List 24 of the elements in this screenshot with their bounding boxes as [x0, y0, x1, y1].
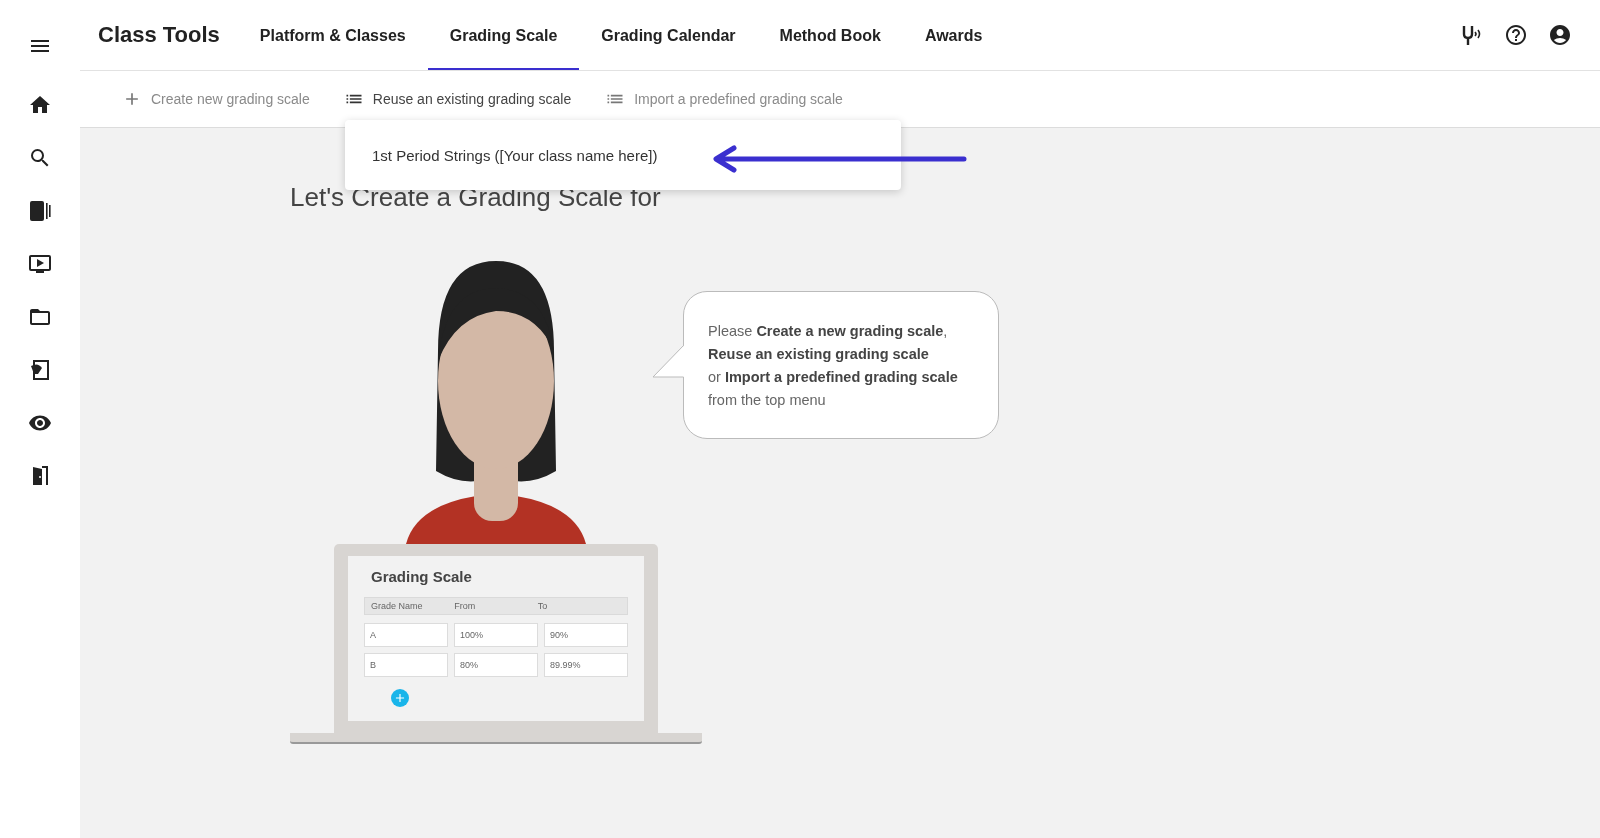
screen-title: Grading Scale	[370, 568, 473, 585]
column-header: From	[454, 601, 477, 611]
table-cell: B	[364, 653, 448, 677]
add-icon	[391, 689, 409, 707]
account-icon[interactable]	[1548, 23, 1572, 47]
nav-tab[interactable]: Method Book	[757, 0, 903, 70]
nav-tab[interactable]: Awards	[902, 0, 1005, 70]
table-cell: A	[364, 623, 448, 647]
instruction-text: Please Create a new grading scale, Reuse an existing grading scale or Import a predefined grading scale from the top menu	[708, 323, 958, 408]
app-title: Class Tools	[98, 22, 220, 48]
toolbar-action[interactable]: Create new grading scale	[122, 89, 310, 109]
nav-tab[interactable]: Platform & Classes	[237, 0, 428, 70]
table-cell: 89.99%	[544, 653, 628, 677]
nav-tab[interactable]: Grading Calendar	[579, 0, 758, 70]
nav-tab[interactable]: Grading Scale	[427, 0, 580, 70]
help-icon[interactable]	[1504, 23, 1528, 47]
toolbar-action[interactable]: Reuse an existing grading scale	[343, 89, 572, 109]
table-cell: 90%	[544, 623, 628, 647]
table-cell: 100%	[454, 623, 538, 647]
column-header: To	[537, 601, 549, 611]
dropdown-item[interactable]: 1st Period Strings ([Your class name here])	[345, 146, 901, 164]
table-cell: 80%	[454, 653, 538, 677]
column-header: Grade Name	[371, 601, 424, 611]
toolbar-action[interactable]: Import a predefined grading scale	[605, 89, 843, 109]
